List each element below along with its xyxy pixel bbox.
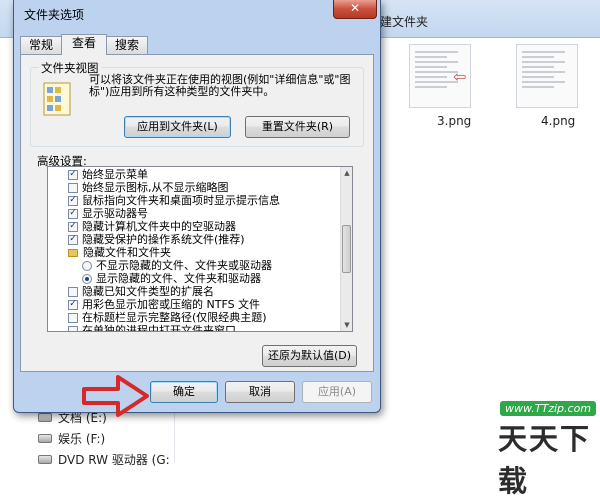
close-button[interactable]: ✕ (333, 0, 377, 19)
folder-options-dialog: 文件夹选项 ✕ 常规 查看 搜索 文件夹视图 可以将该文件夹正在使用的视图(例如… (13, 0, 381, 413)
folder-views-description: 可以将该文件夹正在使用的视图(例如"详细信息"或"图标")应用到所有这种类型的文… (89, 73, 351, 98)
setting-full-path-title[interactable]: 在标题栏显示完整路径(仅限经典主题) (68, 311, 267, 324)
checkbox-unchecked[interactable] (68, 325, 78, 331)
apply-to-folders-button[interactable]: 应用到文件夹(L) (124, 116, 231, 138)
setting-label: 不显示隐藏的文件、文件夹或驱动器 (96, 259, 272, 272)
setting-color-ntfs[interactable]: ✓ 用彩色显示加密或压缩的 NTFS 文件 (68, 298, 260, 311)
checkbox-checked[interactable]: ✓ (68, 208, 78, 219)
reset-folders-button[interactable]: 重置文件夹(R) (245, 116, 350, 138)
setting-dont-show-hidden[interactable]: 不显示隐藏的文件、文件夹或驱动器 (82, 259, 272, 272)
setting-always-show-menus[interactable]: ✓ 始终显示菜单 (68, 168, 148, 181)
drive-f-label: 娱乐 (F:) (58, 431, 106, 446)
ok-button[interactable]: 确定 (150, 381, 218, 403)
setting-label: 显示隐藏的文件、文件夹和驱动器 (96, 272, 261, 285)
tab-strip: 常规 查看 搜索 (20, 34, 149, 55)
drive-f[interactable]: 娱乐 (F:) (38, 430, 105, 446)
scroll-down-icon[interactable]: ▼ (341, 319, 352, 331)
cancel-button[interactable]: 取消 (225, 381, 295, 403)
thumbnail-4[interactable] (516, 44, 578, 108)
checkbox-checked[interactable]: ✓ (68, 195, 78, 206)
setting-label: 隐藏已知文件类型的扩展名 (82, 285, 214, 298)
setting-label: 在标题栏显示完整路径(仅限经典主题) (82, 311, 267, 324)
radio-unselected[interactable] (82, 260, 92, 271)
apply-button: 应用(A) (302, 381, 372, 403)
folder-views-group: 文件夹视图 可以将该文件夹正在使用的视图(例如"详细信息"或"图标")应用到所有… (30, 60, 364, 147)
setting-label: 始终显示菜单 (82, 168, 148, 181)
setting-label: 在单独的进程中打开文件夹窗口 (82, 324, 236, 332)
setting-label: 用彩色显示加密或压缩的 NTFS 文件 (82, 298, 261, 311)
checkbox-checked[interactable]: ✓ (68, 221, 78, 232)
setting-always-show-icons[interactable]: 始终显示图标,从不显示缩略图 (68, 181, 229, 194)
scroll-thumb[interactable] (342, 225, 351, 273)
annotation-arrow-icon (82, 375, 149, 417)
setting-label: 鼠标指向文件夹和桌面项时显示提示信息 (82, 194, 280, 207)
tab-view[interactable]: 查看 (61, 34, 108, 55)
setting-label: 隐藏文件和文件夹 (83, 246, 171, 259)
explorer-title: 建文件夹 (380, 15, 429, 29)
scroll-up-icon[interactable]: ▲ (341, 167, 352, 179)
drive-icon (38, 433, 52, 443)
radio-selected[interactable] (82, 273, 92, 284)
dvd-drive-icon (38, 454, 52, 464)
thumbnail-4-caption[interactable]: 4.png (541, 114, 575, 128)
setting-show-hidden[interactable]: 显示隐藏的文件、文件夹和驱动器 (82, 272, 261, 285)
folder-view-icon (43, 82, 71, 116)
settings-scrollbar[interactable]: ▲ ▼ (340, 167, 352, 331)
advanced-settings-list[interactable]: ✓ 始终显示菜单 始终显示图标,从不显示缩略图 ✓ 鼠标指向文件夹和桌面项时显示… (47, 166, 353, 332)
watermark-brand: 天天下载 (498, 422, 592, 498)
checkbox-checked[interactable]: ✓ (68, 234, 78, 245)
checkbox-checked[interactable]: ✓ (68, 169, 78, 180)
setting-group-hidden-files: 隐藏文件和文件夹 (68, 246, 171, 259)
setting-hide-extensions[interactable]: 隐藏已知文件类型的扩展名 (68, 285, 214, 298)
setting-label: 隐藏计算机文件夹中的空驱动器 (82, 220, 236, 233)
checkbox-unchecked[interactable] (68, 182, 78, 193)
restore-defaults-button[interactable]: 还原为默认值(D) (262, 345, 357, 367)
drive-icon (38, 412, 52, 422)
checkbox-checked[interactable]: ✓ (68, 299, 78, 310)
view-tab-panel: 文件夹视图 可以将该文件夹正在使用的视图(例如"详细信息"或"图标")应用到所有… (20, 54, 374, 372)
setting-hide-protected-os-files[interactable]: ✓ 隐藏受保护的操作系统文件(推荐) (68, 233, 245, 246)
folder-icon (68, 248, 78, 257)
setting-separate-process[interactable]: 在单独的进程中打开文件夹窗口 (68, 324, 236, 332)
tab-search[interactable]: 搜索 (106, 36, 149, 54)
setting-show-drive-letters[interactable]: ✓ 显示驱动器号 (68, 207, 148, 220)
setting-label: 始终显示图标,从不显示缩略图 (82, 181, 229, 194)
drive-g-label: DVD RW 驱动器 (G: (58, 452, 170, 467)
setting-label: 显示驱动器号 (82, 207, 148, 220)
setting-show-popup-info[interactable]: ✓ 鼠标指向文件夹和桌面项时显示提示信息 (68, 194, 280, 207)
tab-general[interactable]: 常规 (20, 36, 63, 54)
thumbnail-3-caption[interactable]: 3.png (437, 114, 471, 128)
dialog-title: 文件夹选项 (24, 8, 85, 22)
drive-g[interactable]: DVD RW 驱动器 (G: (38, 451, 170, 467)
watermark-url: www.TTzip.com (500, 401, 597, 416)
checkbox-unchecked[interactable] (68, 312, 78, 323)
setting-label: 隐藏受保护的操作系统文件(推荐) (82, 233, 245, 246)
thumbnail-arrow-icon: ⇦ (453, 67, 467, 86)
setting-hide-empty-drives[interactable]: ✓ 隐藏计算机文件夹中的空驱动器 (68, 220, 236, 233)
checkbox-unchecked[interactable] (68, 286, 78, 297)
